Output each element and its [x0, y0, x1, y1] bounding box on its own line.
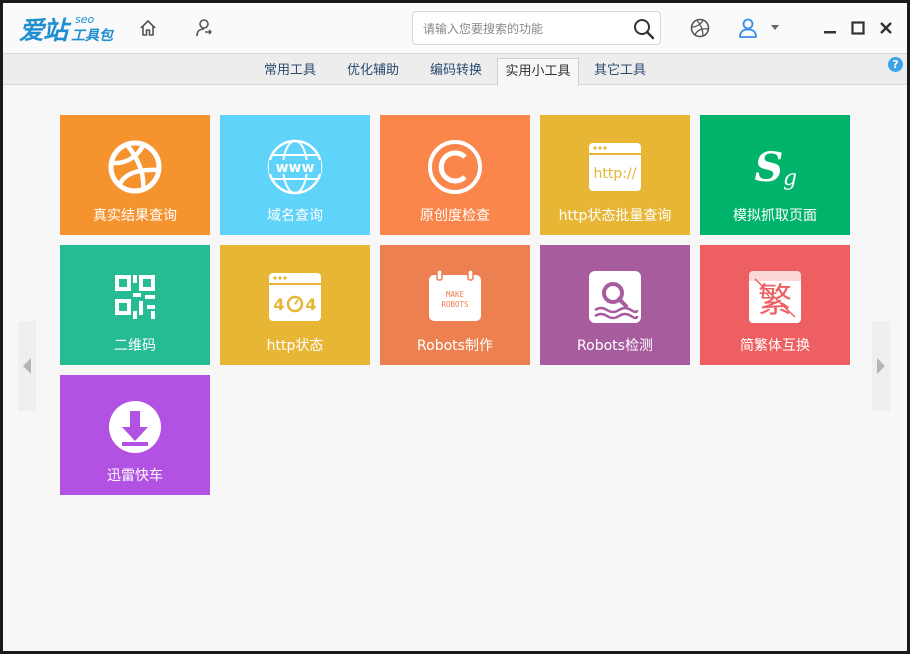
- download-icon: [109, 401, 161, 453]
- maximize-icon[interactable]: [845, 15, 871, 41]
- chevron-right-icon: [877, 358, 885, 374]
- browser-http-icon: http://: [589, 143, 641, 191]
- tile-crawl-simulation[interactable]: S g 模拟抓取页面: [700, 115, 850, 235]
- browser-404-icon: 4 4: [269, 273, 321, 321]
- chevron-left-icon: [23, 358, 31, 374]
- tile-label: http状态: [266, 338, 324, 354]
- tile-label: 域名查询: [267, 208, 323, 224]
- basketball-icon: [108, 140, 162, 194]
- svg-text:MAKE: MAKE: [446, 290, 465, 299]
- copyright-icon: [428, 140, 482, 194]
- tile-robots-make[interactable]: MAKE ROBOTS Robots制作: [380, 245, 530, 365]
- traditional-char-icon: 繁: [749, 271, 801, 323]
- tile-simplified-traditional[interactable]: 繁 简繁体互换: [700, 245, 850, 365]
- qrcode-icon: [115, 275, 155, 319]
- sogou-icon: S g: [755, 144, 797, 191]
- basketball-settings-icon[interactable]: [687, 15, 713, 41]
- user-switch-icon[interactable]: [190, 15, 216, 41]
- tile-label: Robots检测: [577, 338, 653, 354]
- tile-label: 原创度检查: [420, 208, 490, 224]
- tab-optimization[interactable]: 优化辅助: [337, 58, 409, 85]
- tile-label: Robots制作: [417, 338, 493, 354]
- previous-page-arrow[interactable]: [18, 321, 36, 411]
- help-icon[interactable]: ?: [888, 57, 903, 72]
- home-icon[interactable]: [135, 15, 161, 41]
- tile-real-results[interactable]: 真实结果查询: [60, 115, 210, 235]
- svg-text:ROBOTS: ROBOTS: [441, 300, 469, 309]
- app-window: 爱站 seo 工具包 请输入您要搜索的功能 常用工具 优化辅助 编码转换 实用小…: [3, 3, 907, 651]
- logo-main-text: 爱站: [19, 16, 68, 45]
- user-icon[interactable]: [735, 15, 761, 41]
- tile-thunder-download[interactable]: 迅雷快车: [60, 375, 210, 495]
- make-robots-icon: MAKE ROBOTS: [429, 269, 481, 321]
- svg-text:g: g: [783, 166, 797, 191]
- chevron-down-icon[interactable]: [767, 15, 783, 41]
- tile-label: 真实结果查询: [93, 208, 177, 224]
- app-logo: 爱站 seo 工具包: [19, 11, 119, 47]
- svg-text:4: 4: [273, 295, 284, 314]
- tile-label: http状态批量查询: [558, 208, 672, 224]
- svg-text:4: 4: [305, 295, 316, 314]
- category-tab-bar: 常用工具 优化辅助 编码转换 实用小工具 其它工具 ?: [3, 53, 907, 86]
- www-globe-icon: www: [267, 139, 323, 195]
- tile-label: 迅雷快车: [107, 468, 163, 484]
- tile-http-batch[interactable]: http:// http状态批量查询: [540, 115, 690, 235]
- search-input[interactable]: [423, 19, 633, 39]
- minimize-icon[interactable]: [817, 15, 843, 41]
- tile-robots-check[interactable]: Robots检测: [540, 245, 690, 365]
- tile-originality-check[interactable]: 原创度检查: [380, 115, 530, 235]
- svg-text:www: www: [276, 160, 315, 176]
- search-box: [412, 11, 661, 45]
- tab-encoding[interactable]: 编码转换: [420, 58, 492, 85]
- tile-domain-query[interactable]: www 域名查询: [220, 115, 370, 235]
- tab-other-tools[interactable]: 其它工具: [584, 58, 656, 85]
- close-icon[interactable]: [873, 15, 899, 41]
- title-bar: 爱站 seo 工具包: [3, 3, 907, 53]
- robots-check-icon: [589, 271, 641, 323]
- tile-http-status[interactable]: 4 4 http状态: [220, 245, 370, 365]
- tile-qrcode[interactable]: 二维码: [60, 245, 210, 365]
- tile-label: 二维码: [114, 338, 156, 354]
- logo-sub-text: 工具包: [71, 28, 113, 44]
- tab-utility-tools[interactable]: 实用小工具: [497, 58, 579, 86]
- search-icon[interactable]: [632, 17, 656, 41]
- svg-text:S: S: [755, 144, 784, 191]
- tile-label: 简繁体互换: [740, 338, 810, 354]
- tile-label: 模拟抓取页面: [733, 208, 817, 224]
- tab-common-tools[interactable]: 常用工具: [254, 58, 326, 85]
- svg-text:http://: http://: [594, 166, 637, 182]
- next-page-arrow[interactable]: [872, 321, 890, 411]
